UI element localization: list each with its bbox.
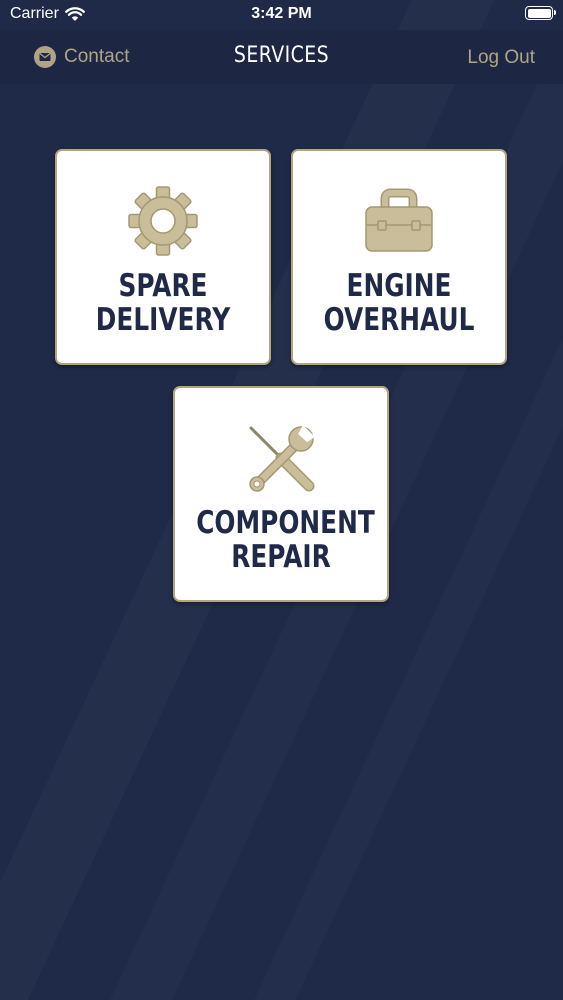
logout-button[interactable]: Log Out: [467, 47, 535, 69]
spare-delivery-tile[interactable]: SPARE DELIVERY: [55, 149, 271, 365]
battery-icon: [525, 6, 556, 20]
toolbox-icon: [365, 188, 433, 252]
tile-label: ENGINE OVERHAUL: [323, 268, 475, 338]
wrench-screwdriver-icon: [249, 425, 315, 492]
page-title: SERVICES: [233, 43, 330, 68]
status-time: 3:42 PM: [251, 5, 312, 22]
tile-label: SPARE DELIVERY: [95, 268, 231, 338]
component-repair-tile[interactable]: COMPONENT REPAIR: [173, 386, 389, 602]
engine-overhaul-tile[interactable]: ENGINE OVERHAUL: [291, 149, 507, 365]
gear-icon: [128, 186, 198, 256]
tile-label: COMPONENT REPAIR: [196, 505, 375, 575]
navigation-bar: Contact SERVICES Log Out: [0, 30, 563, 84]
status-bar: Carrier 3:42 PM: [0, 0, 563, 30]
